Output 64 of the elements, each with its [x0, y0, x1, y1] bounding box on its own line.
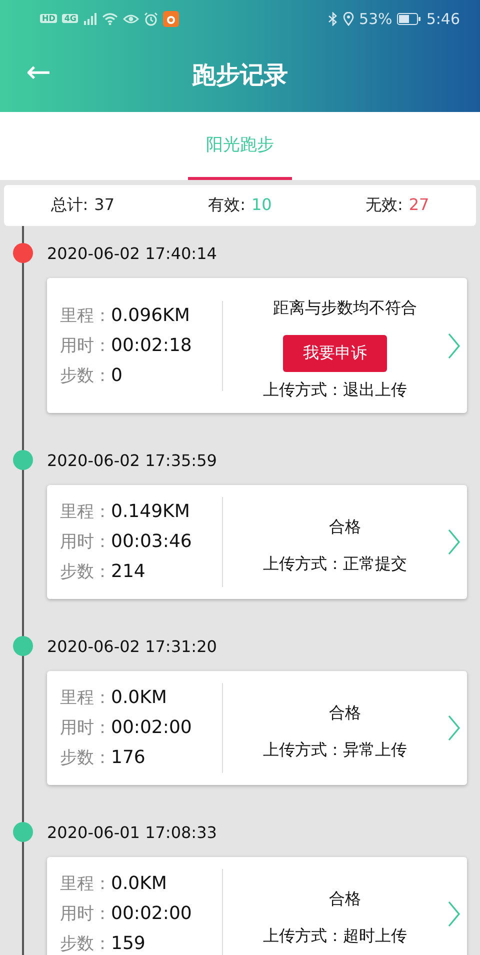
stat-value: 00:02:00: [111, 716, 192, 740]
upload-method: 上传方式：异常上传: [263, 740, 407, 761]
signal-icon: [83, 12, 98, 24]
chevron-right-icon[interactable]: [447, 714, 461, 742]
clock-time: 5:46: [426, 10, 460, 28]
stat-label: 步数：: [60, 364, 111, 388]
page-title: 跑步记录: [192, 60, 288, 90]
stat-label: 里程：: [60, 501, 111, 524]
stat-label: 步数：: [60, 933, 111, 955]
app-icon: [163, 10, 180, 26]
record-status: 合格: [328, 702, 362, 724]
record-time: 2020-06-02 17:35:59: [47, 450, 217, 470]
upload-method: 上传方式：超时上传: [263, 926, 407, 947]
stat-value: 0.0KM: [111, 686, 167, 710]
summary-label: 总计:: [50, 195, 88, 216]
record-card[interactable]: 里程：0.149KM 用时：00:03:46 步数：214 合格 上传方式：正常提交: [47, 485, 467, 599]
upload-method: 上传方式：退出上传: [263, 380, 407, 401]
stat-value: 176: [111, 746, 146, 770]
chevron-right-icon[interactable]: [447, 528, 461, 556]
stat-label: 里程：: [60, 304, 111, 328]
battery-percent: 53%: [358, 10, 392, 28]
record-status: 距离与步数均不符合: [272, 297, 418, 319]
stat-label: 用时：: [60, 903, 111, 926]
stat-value: 00:02:18: [111, 334, 192, 358]
stat-value: 00:03:46: [111, 530, 192, 554]
stat-value: 0.149KM: [111, 500, 190, 524]
stat-value: 0: [111, 364, 122, 388]
stat-label: 步数：: [60, 561, 111, 584]
chevron-right-icon[interactable]: [447, 900, 461, 928]
record-time: 2020-06-02 17:31:20: [47, 636, 217, 656]
record-card[interactable]: 里程：0.0KM 用时：00:02:00 步数：159 合格 上传方式：超时上传: [47, 857, 467, 955]
record-card[interactable]: 里程：0.0KM 用时：00:02:00 步数：176 合格 上传方式：异常上传: [47, 671, 467, 785]
stat-label: 用时：: [60, 334, 111, 358]
stat-label: 里程：: [60, 687, 111, 710]
record-time: 2020-06-01 17:08:33: [47, 822, 217, 842]
stat-value: 214: [111, 560, 146, 584]
appeal-button[interactable]: 我要申诉: [283, 335, 387, 372]
record-card[interactable]: 里程：0.096KM 用时：00:02:18 步数：0 距离与步数均不符合 我要申诉 上传方式：退出上传: [47, 278, 467, 413]
upload-method: 上传方式：正常提交: [263, 554, 407, 575]
summary-label: 无效:: [365, 195, 403, 216]
network-badge: HD: [40, 14, 58, 23]
summary-value: 10: [252, 195, 272, 216]
stat-value: 0.0KM: [111, 872, 167, 896]
wifi-icon: [102, 12, 118, 24]
chevron-right-icon[interactable]: [447, 332, 461, 360]
record-time: 2020-06-02 17:40:14: [47, 244, 217, 262]
location-icon: [342, 12, 354, 26]
summary-value: 37: [94, 195, 115, 216]
record-status: 合格: [328, 888, 362, 910]
record-status: 合格: [328, 516, 362, 538]
stat-value: 00:02:00: [111, 902, 192, 926]
stat-label: 里程：: [60, 873, 111, 896]
summary-value: 27: [408, 195, 430, 216]
stat-value: 0.096KM: [111, 304, 190, 328]
battery-icon: [397, 12, 422, 24]
stat-label: 用时：: [60, 531, 111, 554]
stat-label: 步数：: [60, 747, 111, 770]
stat-value: 159: [111, 932, 146, 955]
summary-label: 有效:: [208, 195, 246, 216]
eye-icon: [123, 12, 140, 24]
network-badge: 4G: [62, 14, 78, 23]
stat-label: 用时：: [60, 717, 111, 740]
alarm-icon: [144, 12, 158, 26]
bluetooth-icon: [328, 12, 338, 26]
